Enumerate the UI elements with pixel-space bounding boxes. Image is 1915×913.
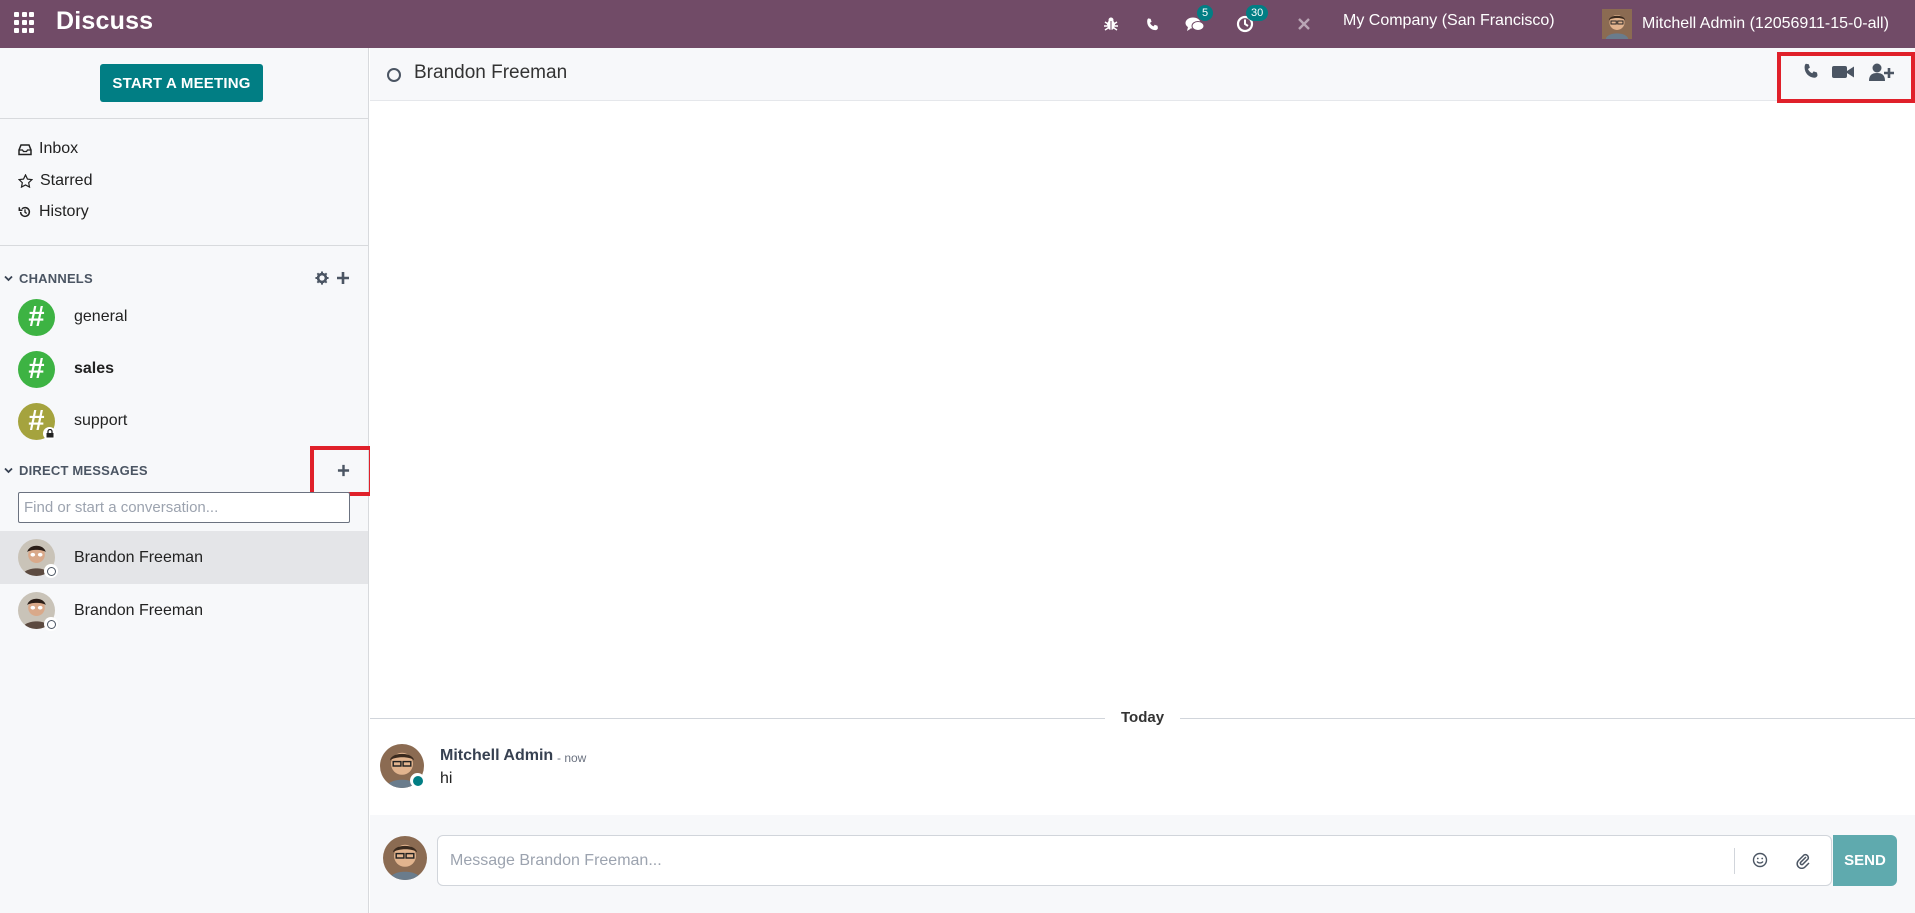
channel-item-support[interactable]: # support <box>18 402 127 440</box>
channel-hash-icon: # <box>18 402 56 440</box>
dm-search-input[interactable] <box>18 492 350 523</box>
composer-box <box>437 835 1832 886</box>
sidebar-divider <box>0 118 369 119</box>
discuss-sidebar: START A MEETING Inbox Starred History CH… <box>0 48 373 913</box>
thread-header: Brandon Freeman <box>370 48 1915 101</box>
user-menu[interactable]: Mitchell Admin (12056911-15-0-all) <box>1602 0 1889 48</box>
user-name: Mitchell Admin (12056911-15-0-all) <box>1642 15 1889 32</box>
add-channel-icon[interactable] <box>336 271 350 290</box>
close-tools-icon[interactable] <box>1294 0 1314 48</box>
highlight-add-dm <box>310 446 373 496</box>
debug-bug-icon[interactable] <box>1099 0 1123 48</box>
offline-status-icon <box>44 564 58 578</box>
online-status-icon <box>410 773 425 788</box>
channels-header[interactable]: CHANNELS <box>0 268 93 288</box>
phone-icon[interactable] <box>1140 0 1164 48</box>
dm-item-brandon-freeman[interactable]: Brandon Freeman <box>0 531 368 584</box>
chevron-down-icon <box>4 467 13 473</box>
messages-badge: 5 <box>1197 5 1214 21</box>
user-avatar <box>1602 9 1632 39</box>
message-timestamp: - now <box>557 751 587 765</box>
star-icon <box>18 174 33 188</box>
message-author[interactable]: Mitchell Admin <box>440 747 553 765</box>
avatar <box>18 539 58 578</box>
attachment-paperclip-icon[interactable] <box>1795 852 1811 874</box>
direct-messages-header[interactable]: DIRECT MESSAGES <box>0 460 148 480</box>
activities-badge: 30 <box>1246 5 1269 21</box>
emoji-icon[interactable] <box>1752 852 1768 873</box>
dm-item-brandon-freeman[interactable]: Brandon Freeman <box>0 584 368 637</box>
highlight-call-actions <box>1777 52 1915 103</box>
avatar <box>18 592 58 631</box>
sidebar-item-history[interactable]: History <box>18 200 89 224</box>
history-icon <box>18 206 31 218</box>
channel-hash-icon: # <box>18 298 55 336</box>
sidebar-item-inbox[interactable]: Inbox <box>18 137 78 161</box>
offline-status-icon <box>44 617 58 631</box>
start-meeting-button[interactable]: START A MEETING <box>100 64 263 102</box>
channel-item-general[interactable]: # general <box>18 298 127 336</box>
offline-status-icon <box>387 68 401 82</box>
message-composer: SEND <box>370 815 1915 913</box>
company-switcher[interactable]: My Company (San Francisco) <box>1343 0 1555 48</box>
channel-hash-icon: # <box>18 350 55 388</box>
message-author-avatar[interactable] <box>380 744 425 788</box>
send-button[interactable]: SEND <box>1833 835 1897 886</box>
chevron-down-icon <box>4 275 13 281</box>
thread-title: Brandon Freeman <box>414 62 568 83</box>
inbox-icon <box>18 143 32 155</box>
message-input[interactable] <box>438 836 1733 885</box>
composer-avatar <box>383 836 427 880</box>
app-menu-icon[interactable] <box>14 12 36 34</box>
sidebar-divider <box>0 245 369 246</box>
date-separator: Today <box>370 708 1915 728</box>
top-navbar: Discuss 5 30 My Company (San Francisco) … <box>0 0 1915 48</box>
message-body: hi <box>440 770 453 787</box>
lock-icon <box>43 426 56 440</box>
channel-item-sales[interactable]: # sales <box>18 350 114 388</box>
thread-view: Brandon Freeman Today Mitchell Admin - n… <box>370 48 1915 913</box>
sidebar-item-starred[interactable]: Starred <box>18 169 92 193</box>
app-title[interactable]: Discuss <box>56 7 153 36</box>
channel-settings-icon[interactable] <box>315 271 329 290</box>
